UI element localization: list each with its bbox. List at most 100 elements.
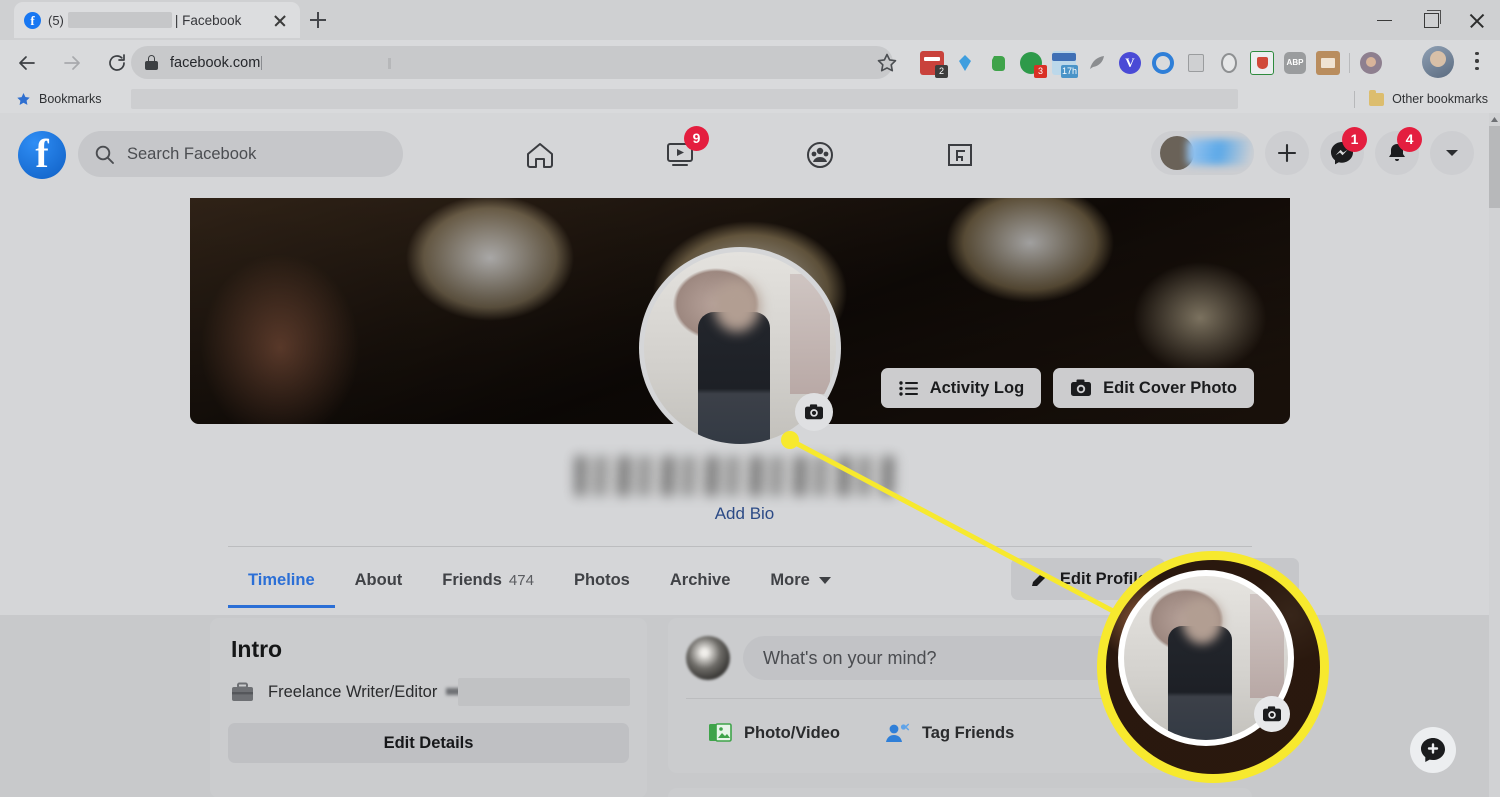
scrollbar-up-arrow[interactable] xyxy=(1489,113,1500,126)
activity-log-label: Activity Log xyxy=(929,378,1025,397)
groups-icon xyxy=(807,142,833,168)
clipboard-extension-icon[interactable] xyxy=(1316,51,1340,75)
tab-photos-label: Photos xyxy=(573,571,630,589)
tab-about[interactable]: About xyxy=(335,553,423,608)
briefcase-icon xyxy=(232,682,253,701)
profile-name xyxy=(575,456,897,496)
lock-icon xyxy=(145,55,158,70)
photo-video-label: Photo/Video xyxy=(744,723,840,742)
gray-feather-extension-icon[interactable] xyxy=(1085,51,1109,75)
new-message-icon xyxy=(1421,738,1445,762)
search-input[interactable]: Search Facebook xyxy=(78,131,403,177)
notifications-button[interactable]: 4 xyxy=(1375,127,1422,175)
intro-work-text: Freelance Writer/Editor xyxy=(268,683,438,701)
browser-profile-avatar[interactable] xyxy=(1422,46,1454,78)
camera-icon xyxy=(805,404,823,420)
gray-oval-extension-icon[interactable] xyxy=(1217,51,1241,75)
divider xyxy=(1354,90,1356,108)
red-shield-extension-icon[interactable] xyxy=(1250,51,1274,75)
new-message-fab[interactable] xyxy=(1410,727,1456,773)
page-scrollbar[interactable] xyxy=(1489,113,1500,797)
tag-friends-button[interactable]: Tag Friends xyxy=(862,710,1036,756)
back-arrow-icon[interactable] xyxy=(9,45,45,81)
evernote-extension-icon[interactable] xyxy=(986,51,1010,75)
window-controls xyxy=(1362,0,1500,40)
facebook-logo[interactable]: f xyxy=(18,131,66,179)
scrollbar-thumb[interactable] xyxy=(1489,126,1500,208)
browser-tab-facebook[interactable]: f (5) | Facebook xyxy=(14,2,300,38)
callout-camera-button[interactable] xyxy=(1254,696,1290,732)
abp-extension-icon[interactable]: ABP xyxy=(1283,51,1307,75)
intro-redaction xyxy=(458,678,630,706)
tab-title: | Facebook xyxy=(174,12,242,28)
list-icon xyxy=(899,380,918,396)
forward-arrow-icon[interactable] xyxy=(54,45,90,81)
feed-post-card xyxy=(668,788,1252,797)
edit-details-button[interactable]: Edit Details xyxy=(228,723,629,763)
home-icon xyxy=(527,143,553,168)
edit-cover-photo-label: Edit Cover Photo xyxy=(1103,378,1237,397)
profile-name-chip[interactable] xyxy=(1151,131,1254,175)
address-bar[interactable]: facebook.com xyxy=(131,46,893,79)
minimize-icon[interactable] xyxy=(1362,0,1408,40)
photo-video-button[interactable]: Photo/Video xyxy=(686,710,862,756)
nav-watch[interactable]: 9 xyxy=(610,120,750,190)
facebook-main-nav: 9 xyxy=(470,120,1030,190)
nav-gaming[interactable] xyxy=(890,120,1030,190)
tab-timeline[interactable]: Timeline xyxy=(228,553,335,608)
profile-avatar[interactable] xyxy=(639,247,841,449)
bookmark-star-icon[interactable] xyxy=(872,48,902,78)
calendar-17h-extension-icon[interactable]: 17h xyxy=(1052,51,1078,78)
chevron-down-icon xyxy=(818,577,831,584)
other-bookmarks-label: Other bookmarks xyxy=(1392,92,1488,106)
tab-strip: f (5) | Facebook xyxy=(0,0,1500,40)
close-icon[interactable] xyxy=(270,10,290,30)
nav-groups[interactable] xyxy=(750,120,890,190)
cover-photo-actions: Activity Log Edit Cover Photo xyxy=(880,368,1254,408)
tab-friends-label: Friends xyxy=(442,571,502,589)
tab-photos[interactable]: Photos xyxy=(554,553,650,608)
o-circle-extension-icon[interactable] xyxy=(1151,51,1175,75)
update-profile-photo-button[interactable] xyxy=(795,393,833,431)
close-window-icon[interactable] xyxy=(1454,0,1500,40)
search-placeholder: Search Facebook xyxy=(127,144,257,163)
nav-home[interactable] xyxy=(470,120,610,190)
chrome-menu-icon[interactable] xyxy=(1466,48,1488,78)
v-circle-extension-icon[interactable]: V xyxy=(1118,51,1142,75)
callout-zoom-circle xyxy=(1097,551,1329,783)
blue-diamond-extension-icon[interactable] xyxy=(953,51,977,75)
activity-log-button[interactable]: Activity Log xyxy=(880,368,1042,408)
avatar xyxy=(686,636,730,680)
add-bio-link[interactable]: Add Bio xyxy=(0,504,1489,524)
profile-extension-icon[interactable] xyxy=(1359,51,1383,75)
tab-friends[interactable]: Friends 474 xyxy=(422,553,554,608)
edit-cover-photo-button[interactable]: Edit Cover Photo xyxy=(1053,368,1254,408)
reload-icon[interactable] xyxy=(99,45,135,81)
gaming-icon xyxy=(948,144,972,166)
tag-friends-label: Tag Friends xyxy=(921,723,1015,742)
camera-icon xyxy=(1263,706,1281,722)
intro-work-row: Freelance Writer/Editor xyxy=(231,682,437,703)
restore-icon[interactable] xyxy=(1408,0,1454,40)
photo-face-blur xyxy=(1182,598,1222,644)
account-menu-button[interactable] xyxy=(1430,131,1474,175)
other-bookmarks-item[interactable]: Other bookmarks xyxy=(1354,85,1488,113)
messenger-badge: 1 xyxy=(1342,127,1367,152)
calculator-extension-icon[interactable] xyxy=(1184,51,1208,75)
green-circle-extension-icon[interactable]: 3 xyxy=(1019,51,1047,78)
tab-archive[interactable]: Archive xyxy=(650,553,751,608)
composer-placeholder: What's on your mind? xyxy=(763,647,937,668)
intro-title: Intro xyxy=(231,636,283,662)
new-tab-button[interactable] xyxy=(304,6,332,34)
notifications-badge: 4 xyxy=(1397,127,1422,152)
create-button[interactable] xyxy=(1265,131,1309,175)
divider xyxy=(228,546,1252,547)
tag-friends-icon xyxy=(885,723,910,742)
red-notes-extension-icon[interactable]: 2 xyxy=(920,51,948,78)
profile-name-redaction xyxy=(1187,139,1254,165)
bookmarks-redaction xyxy=(131,89,1238,109)
messenger-button[interactable]: 1 xyxy=(1320,127,1367,175)
bookmarks-item[interactable]: Bookmarks xyxy=(16,92,102,107)
folder-icon xyxy=(1369,89,1385,106)
tab-more[interactable]: More xyxy=(750,553,850,608)
